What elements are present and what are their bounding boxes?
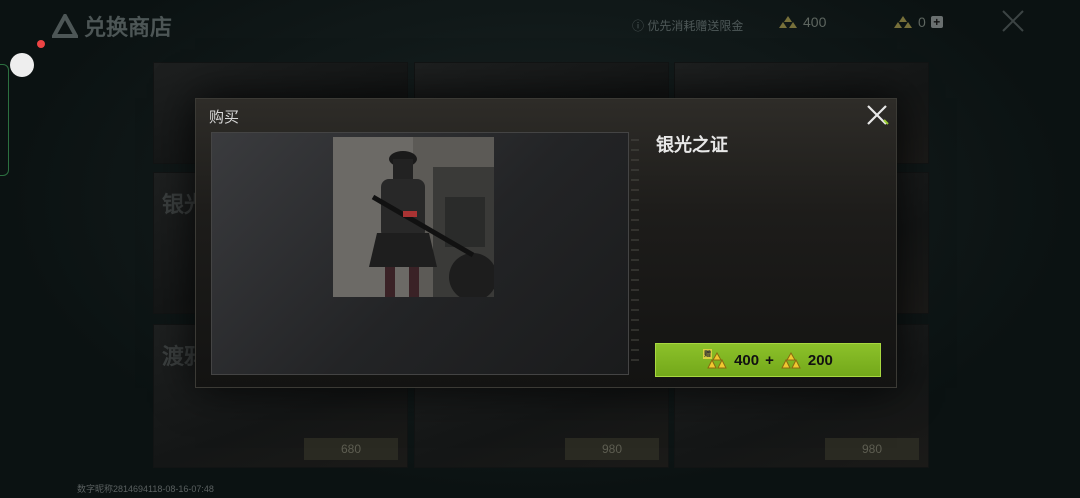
gift-currency-value: 400: [803, 14, 827, 30]
dialog-title: 购买: [209, 109, 240, 126]
gift-tag: 赠: [703, 349, 713, 359]
price-plus: +: [765, 351, 774, 369]
gift-currency: 400: [778, 14, 826, 30]
main-currency-value: 0: [918, 14, 926, 30]
card-price[interactable]: 980: [825, 438, 919, 460]
main-currency: 0 +: [893, 14, 943, 30]
notification-dot: [37, 40, 45, 48]
store-title: 兑换商店: [84, 15, 173, 40]
purchase-dialog: 购买 银光之证 赠 400 + 200: [195, 98, 897, 388]
item-name: 银光之证: [656, 135, 728, 155]
user-id-watermark: 数字昵称2814694118-08-16-07:48: [77, 484, 214, 494]
side-panel-handle[interactable]: [0, 64, 9, 176]
main-gold-icon: [894, 16, 912, 28]
character-skin-image: [333, 137, 494, 297]
gift-price: 400: [734, 351, 760, 369]
buy-button[interactable]: 赠 400 + 200: [655, 343, 881, 377]
store-logo-icon: [52, 14, 78, 38]
close-icon[interactable]: [864, 102, 890, 128]
notice-text: 优先消耗赠送限金: [647, 19, 744, 33]
scroll-ruler: [631, 139, 639, 369]
gift-gold-icon: [779, 16, 797, 28]
floating-assistant-button[interactable]: [10, 53, 34, 77]
store-close-icon[interactable]: [1000, 8, 1026, 34]
add-currency-button[interactable]: +: [930, 16, 943, 28]
card-price[interactable]: 980: [565, 438, 659, 460]
item-preview: [211, 132, 629, 375]
gold-icon: [781, 351, 801, 368]
currency-notice: ⓘ 优先消耗赠送限金: [632, 19, 744, 33]
store-header: 兑换商店: [52, 10, 172, 42]
main-price: 200: [807, 351, 833, 369]
card-price[interactable]: 680: [304, 438, 398, 460]
